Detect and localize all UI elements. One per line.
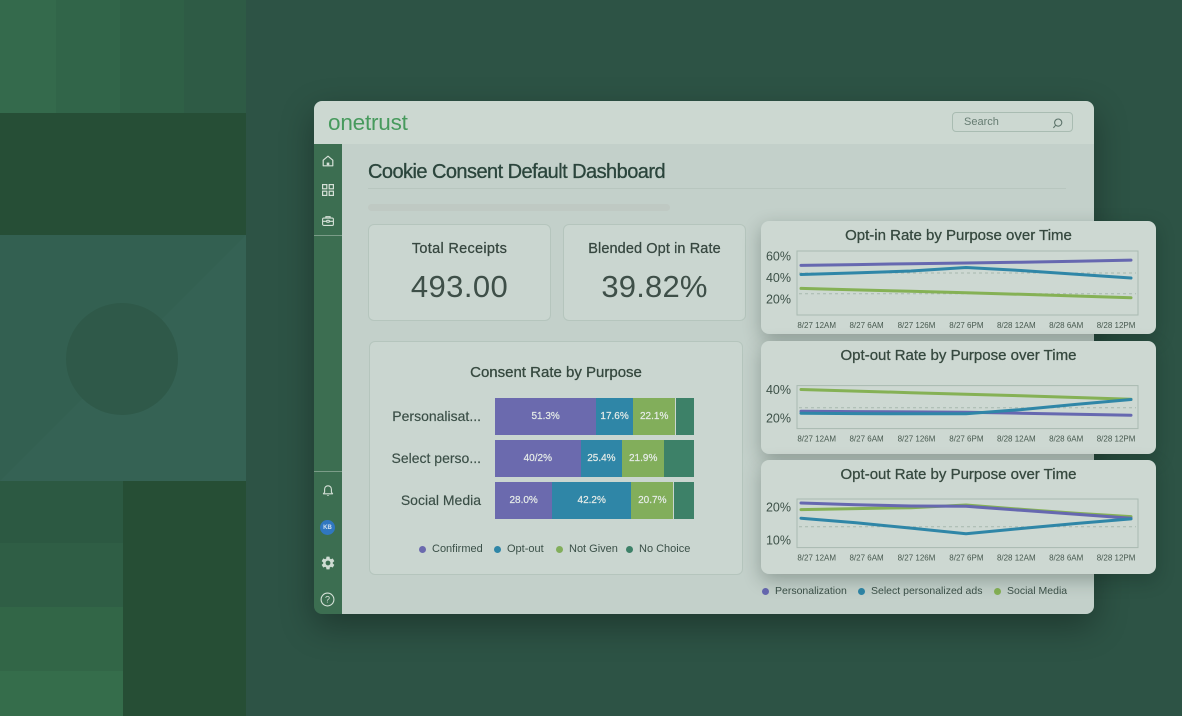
svg-text:?: ? bbox=[325, 595, 330, 605]
svg-text:8/27 6PM: 8/27 6PM bbox=[949, 435, 984, 444]
svg-text:8/27 6AM: 8/27 6AM bbox=[849, 554, 884, 563]
svg-text:40%: 40% bbox=[766, 271, 791, 285]
svg-text:8/27 126M: 8/27 126M bbox=[898, 554, 936, 563]
svg-text:8/28 6AM: 8/28 6AM bbox=[1049, 435, 1084, 444]
svg-text:8/28 12PM: 8/28 12PM bbox=[1097, 321, 1136, 330]
svg-text:8/27 6PM: 8/27 6PM bbox=[949, 554, 984, 563]
svg-text:8/28 12AM: 8/28 12AM bbox=[997, 321, 1036, 330]
svg-text:40%: 40% bbox=[766, 383, 791, 397]
svg-text:8/28 6AM: 8/28 6AM bbox=[1049, 321, 1084, 330]
svg-text:20%: 20% bbox=[766, 293, 791, 307]
svg-text:8/27 126M: 8/27 126M bbox=[898, 321, 936, 330]
svg-text:60%: 60% bbox=[766, 250, 791, 264]
svg-text:8/28 12PM: 8/28 12PM bbox=[1097, 435, 1136, 444]
svg-text:20%: 20% bbox=[766, 412, 791, 426]
svg-text:8/27 6AM: 8/27 6AM bbox=[849, 435, 884, 444]
svg-text:20%: 20% bbox=[766, 501, 791, 515]
svg-text:8/28 12AM: 8/28 12AM bbox=[997, 554, 1036, 563]
svg-text:10%: 10% bbox=[766, 534, 791, 548]
svg-text:8/28 6AM: 8/28 6AM bbox=[1049, 554, 1084, 563]
svg-text:8/27 12AM: 8/27 12AM bbox=[797, 321, 836, 330]
svg-text:8/27 6PM: 8/27 6PM bbox=[949, 321, 984, 330]
svg-text:8/28 12PM: 8/28 12PM bbox=[1097, 554, 1136, 563]
svg-text:8/27 126M: 8/27 126M bbox=[898, 435, 936, 444]
svg-text:8/28 12AM: 8/28 12AM bbox=[997, 435, 1036, 444]
svg-text:8/27 6AM: 8/27 6AM bbox=[849, 321, 884, 330]
svg-text:8/27 12AM: 8/27 12AM bbox=[797, 554, 836, 563]
svg-text:8/27 12AM: 8/27 12AM bbox=[797, 435, 836, 444]
